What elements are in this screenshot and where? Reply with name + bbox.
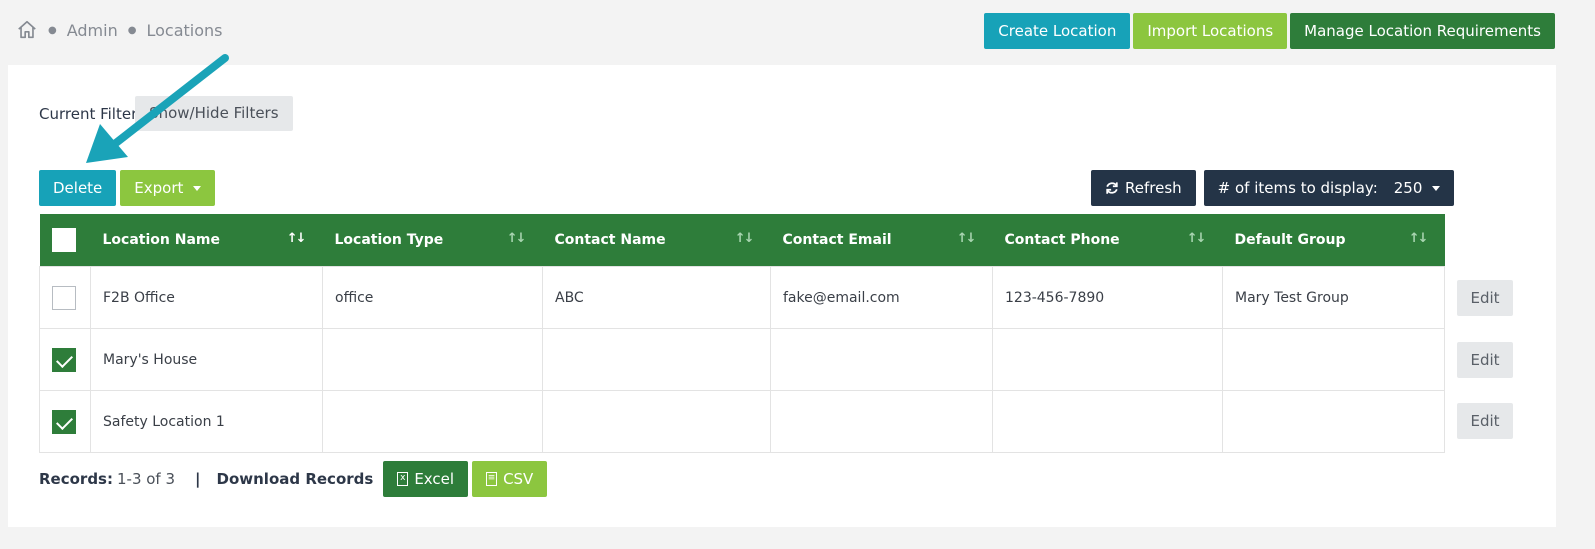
column-header-location-type[interactable]: Location Type ↑↓ <box>322 214 543 267</box>
table-footer: Records: 1-3 of 3 | Download Records x E… <box>39 461 551 497</box>
cell-contact-phone <box>992 328 1223 391</box>
sort-icon: ↑↓ <box>1408 231 1429 246</box>
export-dropdown-button[interactable]: Export <box>120 170 216 206</box>
breadcrumb-separator: ● <box>127 24 137 36</box>
sort-icon: ↑↓ <box>286 231 307 246</box>
column-header-label: Contact Email <box>782 232 892 248</box>
breadcrumb: ● Admin ● Locations <box>16 19 222 41</box>
column-header-contact-phone[interactable]: Contact Phone ↑↓ <box>992 214 1223 267</box>
cell-default-group <box>1222 390 1445 453</box>
cell-default-group <box>1222 328 1445 391</box>
records-count: 1-3 of 3 <box>116 470 176 488</box>
items-to-display-label: # of items to display: <box>1217 179 1378 197</box>
delete-label: Delete <box>53 179 103 197</box>
cell-contact-phone <box>992 390 1223 453</box>
cell-location-type <box>322 390 543 453</box>
cell-default-group: Mary Test Group <box>1222 266 1445 329</box>
manage-location-requirements-button[interactable]: Manage Location Requirements <box>1290 13 1555 49</box>
select-all-cell <box>39 214 91 267</box>
row-checkbox[interactable] <box>52 347 76 372</box>
refresh-label: Refresh <box>1125 179 1182 197</box>
items-to-display-value: 250 <box>1393 179 1423 197</box>
cell-contact-name <box>542 390 771 453</box>
show-hide-filters-button[interactable]: Show/Hide Filters <box>135 96 293 131</box>
items-to-display-dropdown[interactable]: # of items to display: 250 <box>1203 170 1455 206</box>
row-checkbox-cell <box>39 266 91 329</box>
sort-icon: ↑↓ <box>956 231 977 246</box>
cell-contact-email: fake@email.com <box>770 266 993 329</box>
locations-card: Current Filters Show/Hide Filters Delete… <box>8 65 1556 527</box>
filters-bar: Current Filters Show/Hide Filters <box>39 96 293 131</box>
table-toolbar: Refresh # of items to display: 250 <box>1091 170 1455 206</box>
refresh-icon <box>1106 182 1118 194</box>
column-header-default-group[interactable]: Default Group ↑↓ <box>1222 214 1445 267</box>
row-checkbox-cell <box>39 390 91 453</box>
csv-label: CSV <box>503 470 534 488</box>
create-location-button[interactable]: Create Location <box>984 13 1131 49</box>
sort-icon: ↑↓ <box>506 231 527 246</box>
select-all-checkbox[interactable] <box>51 228 76 252</box>
refresh-button[interactable]: Refresh <box>1091 170 1196 206</box>
records-label: Records: <box>39 470 113 488</box>
cell-contact-name <box>542 328 771 391</box>
table-header-row: Location Name ↑↓ Location Type ↑↓ Contact … <box>39 214 1445 267</box>
download-records-label: Download Records <box>216 470 374 488</box>
column-header-contact-email[interactable]: Contact Email ↑↓ <box>770 214 993 267</box>
row-checkbox[interactable] <box>52 409 76 434</box>
table-row: F2B Office office ABC fake@email.com 123… <box>39 266 1445 329</box>
breadcrumb-admin[interactable]: Admin <box>67 21 118 40</box>
column-header-label: Contact Phone <box>1004 232 1120 248</box>
cell-location-name: Safety Location 1 <box>90 390 323 453</box>
home-icon[interactable] <box>16 19 38 41</box>
column-header-label: Contact Name <box>554 232 666 248</box>
top-bar: ● Admin ● Locations Create Location Impo… <box>0 0 1595 64</box>
table-row: Mary's House <box>39 328 1445 391</box>
cell-contact-name: ABC <box>542 266 771 329</box>
cell-contact-phone: 123-456-7890 <box>992 266 1223 329</box>
table-row: Safety Location 1 <box>39 390 1445 453</box>
cell-location-type: office <box>322 266 543 329</box>
cell-location-name: F2B Office <box>90 266 323 329</box>
locations-table: Location Name ↑↓ Location Type ↑↓ Contact … <box>39 214 1445 453</box>
top-actions: Create Location Import Locations Manage … <box>984 13 1555 49</box>
breadcrumb-separator: ● <box>48 24 57 36</box>
sort-icon: ↑↓ <box>734 231 755 246</box>
row-checkbox-cell <box>39 328 91 391</box>
column-header-label: Location Type <box>334 232 444 248</box>
excel-file-icon: x <box>397 472 409 486</box>
column-header-label: Default Group <box>1234 232 1346 248</box>
cell-contact-email <box>770 328 993 391</box>
caret-down-icon <box>1432 185 1441 191</box>
row-checkbox[interactable] <box>52 285 76 310</box>
caret-down-icon <box>193 185 202 191</box>
current-filters-label: Current Filters <box>39 104 146 123</box>
column-header-label: Location Name <box>102 232 220 248</box>
cell-contact-email <box>770 390 993 453</box>
footer-divider: | <box>195 470 201 488</box>
delete-button[interactable]: Delete <box>39 170 117 206</box>
edit-row-button[interactable]: Edit <box>1457 342 1513 378</box>
download-excel-button[interactable]: x Excel <box>383 461 469 497</box>
sort-icon: ↑↓ <box>1186 231 1207 246</box>
edit-row-button[interactable]: Edit <box>1457 403 1513 439</box>
edit-row-button[interactable]: Edit <box>1457 280 1513 316</box>
export-label: Export <box>134 179 184 197</box>
csv-file-icon: ≡ <box>486 472 498 486</box>
column-header-location-name[interactable]: Location Name ↑↓ <box>90 214 323 267</box>
download-csv-button[interactable]: ≡ CSV <box>472 461 548 497</box>
excel-label: Excel <box>414 470 455 488</box>
breadcrumb-locations: Locations <box>146 20 223 40</box>
column-header-contact-name[interactable]: Contact Name ↑↓ <box>542 214 771 267</box>
cell-location-name: Mary's House <box>90 328 323 391</box>
cell-location-type <box>322 328 543 391</box>
bulk-actions: Delete Export <box>39 170 216 206</box>
import-locations-button[interactable]: Import Locations <box>1133 13 1288 49</box>
